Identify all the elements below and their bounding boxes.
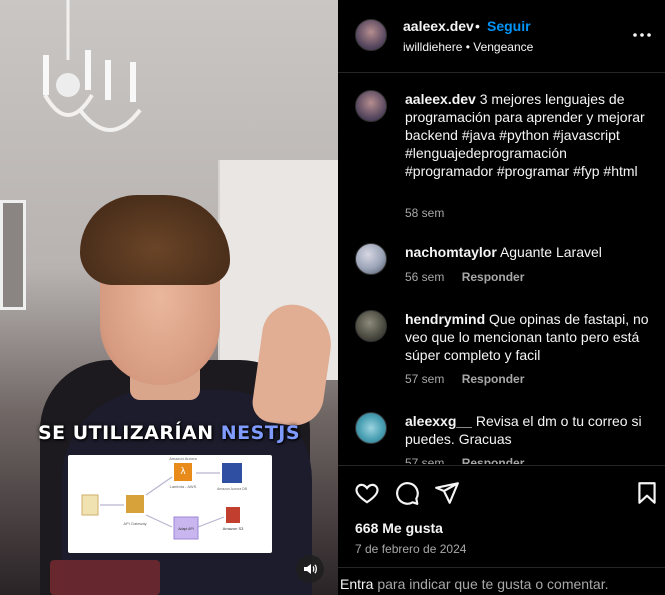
caption-avatar[interactable] [355,90,387,122]
comment-meta: 57 sem Responder [405,372,524,386]
comments-list[interactable]: aaleex.dev 3 mejores lenguajes de progra… [338,74,665,464]
send-icon[interactable] [434,480,460,506]
diagram-label-rds: Amazon Aurora DB [217,487,248,491]
commenter-avatar[interactable] [355,412,387,444]
caption-username[interactable]: aaleex.dev [405,91,476,107]
video-text-overlay: SE UTILIZARÍAN NESTJS [0,422,338,444]
reply-button[interactable]: Responder [462,372,525,386]
speaker-icon [304,564,317,574]
comment-time[interactable]: 57 sem [405,456,444,464]
post-header: aaleex.dev • Seguir iwilldiehere • Venge… [338,0,665,73]
architecture-diagram: API Gateway λ Lambda - AWS Amazon Aurora… [68,455,272,553]
bookmark-icon[interactable] [634,480,660,506]
comment-meta: 57 sem Responder [405,456,524,464]
shirt-print [50,560,160,595]
comment-username[interactable]: hendrymind [405,311,485,327]
post-actions: 668 Me gusta 7 de febrero de 2024 [338,465,665,575]
comment-text: hendrymind Que opinas de fastapi, no veo… [405,310,650,364]
audio-track[interactable]: iwilldiehere • Vengeance [403,40,533,54]
s3-icon: Amazon S3 [223,507,244,531]
api-gateway-icon: API Gateway [123,495,147,526]
caption-time[interactable]: 58 sem [405,206,444,220]
lambda-icon: λ Lambda - AWS Amazon Aurora [169,456,197,489]
client-box [81,494,99,516]
wall-picture [0,200,26,310]
caption-meta: 58 sem [405,206,444,220]
mute-button[interactable] [296,555,324,583]
heart-icon[interactable] [354,480,380,506]
comment-icon[interactable] [394,480,420,506]
caption-text: aaleex.dev 3 mejores lenguajes de progra… [405,90,650,180]
comment-time[interactable]: 57 sem [405,372,444,386]
separator-dot: • [475,18,480,34]
commenter-avatar[interactable] [355,310,387,342]
comment-time[interactable]: 56 sem [405,270,444,284]
diagram-label-mid: Adapt API [178,527,194,531]
post-details-panel: aaleex.dev • Seguir iwilldiehere • Venge… [338,0,665,595]
commenter-avatar[interactable] [355,243,387,275]
comment-text: aleexxg__ Revisa el dm o tu correo si pu… [405,412,650,448]
likes-count[interactable]: 668 Me gusta [355,520,443,536]
comment-text: nachomtaylor Aguante Laravel [405,243,650,261]
adapt-api-box: Adapt API [173,516,199,540]
person-hair [80,195,230,285]
login-prompt: Entra para indicar que te gusta o coment… [338,567,665,595]
diagram-arrows [100,472,225,528]
comment-meta: 56 sem Responder [405,270,524,284]
post-date: 7 de febrero de 2024 [355,542,467,556]
diagram-label-s3: Amazon S3 [223,526,244,531]
diagram-label-lambda: Lambda - AWS [170,484,197,489]
database-icon: Amazon Aurora DB [217,463,248,491]
reply-button[interactable]: Responder [462,456,525,464]
follow-button[interactable]: Seguir [487,18,531,34]
author-avatar[interactable] [355,19,387,51]
login-prompt-text: para indicar que te gusta o comentar. [373,576,609,592]
diagram-label-gateway: API Gateway [123,521,146,526]
reply-button[interactable]: Responder [462,270,525,284]
comment-content: Aguante Laravel [499,244,602,260]
svg-text:λ: λ [180,467,186,477]
post-video[interactable]: SE UTILIZARÍAN NESTJS API Gateway λ Lamb… [0,0,338,595]
chandelier [43,0,142,132]
login-link[interactable]: Entra [340,576,373,592]
overlay-word-2: NESTJS [220,422,301,444]
comment-username[interactable]: nachomtaylor [405,244,497,260]
comment-username[interactable]: aleexxg__ [405,413,472,429]
author-username[interactable]: aaleex.dev [403,18,474,34]
more-horizontal-icon[interactable] [631,26,653,44]
diagram-label-top: Amazon Aurora [169,456,197,461]
overlay-word-1: SE UTILIZARÍAN [37,422,214,444]
